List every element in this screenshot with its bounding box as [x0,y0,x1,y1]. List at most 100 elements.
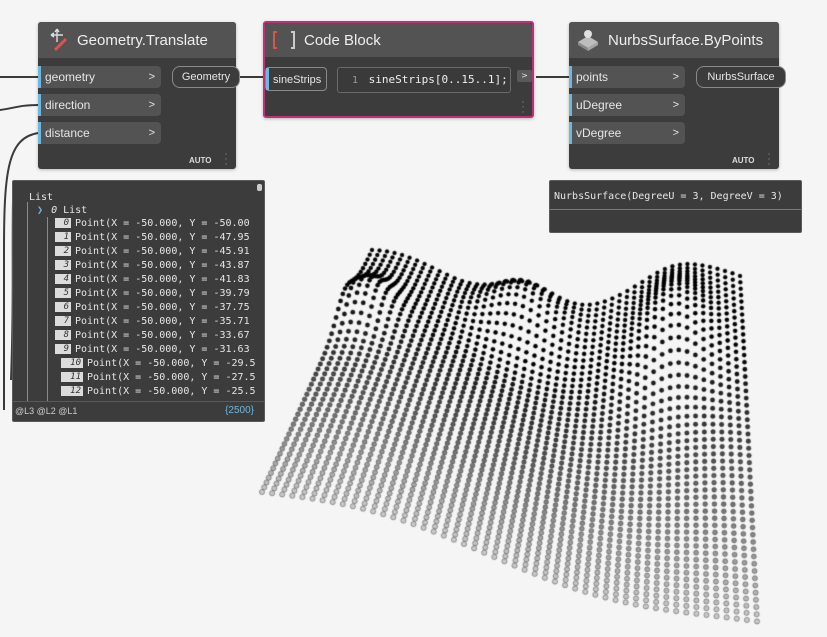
list-item-value: Point(X = -50.000, Y = -25.5 [87,386,256,397]
output-port-nurbs-surface[interactable]: NurbsSurface [696,66,786,88]
list-item-index: 5 [55,288,71,298]
list-preview-bubble[interactable]: List ❯ 0 List 0 Point(X = -50.000, Y = -5… [12,180,265,422]
list-item-index: 4 [55,274,71,284]
lacing-label[interactable]: AUTO [732,156,755,165]
list-item-value: Point(X = -50.000, Y = -45.91 [75,246,250,257]
list-item[interactable]: 8 Point(X = -50.000, Y = -33.67 [55,329,250,342]
list-item-value: Point(X = -50.000, Y = -41.83 [75,274,250,285]
list-item-index: 11 [61,372,83,382]
translate-icon [50,28,68,52]
port-label-geometry: geometry [45,70,96,84]
list-item[interactable]: 2 Point(X = -50.000, Y = -45.91 [55,245,250,258]
sublist-index: 0 [51,205,58,216]
list-footer-divider [13,401,264,402]
scrollbar-thumb[interactable] [257,184,262,191]
port-label-sinestrips: sineStrips [273,74,322,86]
list-item-index: 10 [61,358,83,368]
list-item[interactable]: 4 Point(X = -50.000, Y = -41.83 [55,273,250,286]
node-menu-dots[interactable]: · · · [520,99,526,118]
list-item-index: 9 [55,344,71,354]
list-item-index: 8 [55,330,71,340]
input-port-vdegree[interactable]: vDegree > [569,122,685,144]
chevron-right-icon[interactable]: ❯ [37,205,43,216]
list-item[interactable]: 12 Point(X = -50.000, Y = -25.5 [61,385,256,398]
nurbs-surface-preview-bubble[interactable]: NurbsSurface(DegreeU = 3, DegreeV = 3) [549,180,802,233]
list-item-index: 1 [55,232,71,242]
input-port-geometry[interactable]: geometry > [38,66,161,88]
code-block-header[interactable]: Code Block [265,23,532,57]
chevron-right-icon: > [148,99,155,111]
list-item[interactable]: 11 Point(X = -50.000, Y = -27.5 [61,371,256,384]
port-label-udegree: uDegree [576,98,623,112]
port-label-direction: direction [45,98,91,112]
list-item-index: 7 [55,316,71,326]
port-label-distance: distance [45,126,90,140]
code-block-icon [273,31,295,49]
wire-direction-input[interactable] [0,104,39,111]
node-menu-dots[interactable]: · · · [766,151,772,170]
list-item[interactable]: 9 Point(X = -50.000, Y = -31.63 [55,343,250,356]
list-item-index: 0 [55,218,71,228]
list-item-value: Point(X = -50.000, Y = -50.00 [75,218,250,229]
input-port-points[interactable]: points > [569,66,685,88]
code-block-node[interactable]: Code Block sineStrips 1 sineStrips[0..15… [263,21,534,118]
geometry-translate-node[interactable]: Geometry.Translate geometry > direction … [38,22,240,170]
tree-guide-line [47,217,48,402]
list-item[interactable]: 6 Point(X = -50.000, Y = -37.75 [55,301,250,314]
list-item-value: Point(X = -50.000, Y = -47.95 [75,232,250,243]
list-item-value: Point(X = -50.000, Y = -43.87 [75,260,250,271]
list-item[interactable]: 10 Point(X = -50.000, Y = -29.5 [61,357,256,370]
list-item-index: 12 [61,386,83,396]
list-item-value: Point(X = -50.000, Y = -39.79 [75,288,250,299]
nurbs-surface-icon [578,30,598,51]
list-item-value: Point(X = -50.000, Y = -37.75 [75,302,250,313]
list-item-index: 6 [55,302,71,312]
list-item-index: 3 [55,260,71,270]
code-text[interactable]: sineStrips[0..15..1]; [369,73,508,86]
list-item-value: Point(X = -50.000, Y = -31.63 [75,344,250,355]
list-levels-label: @L3 @L2 @L1 [15,406,78,416]
chevron-right-icon: > [672,71,679,83]
list-item[interactable]: 7 Point(X = -50.000, Y = -35.71 [55,315,250,328]
list-sublist-row[interactable]: ❯ 0 List [37,204,87,217]
node-menu-dots[interactable]: · · · [223,151,229,170]
nurbs-surface-header[interactable]: NurbsSurface.ByPoints [569,22,779,58]
code-line-number: 1 [352,75,359,86]
input-port-sinestrips[interactable]: sineStrips [265,67,327,91]
list-item-value: Point(X = -50.000, Y = -27.5 [87,372,256,383]
graph-canvas[interactable]: Geometry.Translate geometry > direction … [0,0,827,637]
tree-guide-line [27,202,28,402]
code-block-title: Code Block [304,31,381,49]
geometry-translate-title: Geometry.Translate [77,31,208,49]
chevron-right-icon: > [521,71,528,80]
list-item[interactable]: 1 Point(X = -50.000, Y = -47.95 [55,231,250,244]
port-label-vdegree: vDegree [576,126,622,140]
list-item-value: Point(X = -50.000, Y = -33.67 [75,330,250,341]
lacing-label[interactable]: AUTO [189,156,212,165]
list-count-label: {2500} [225,405,254,416]
nurbs-surface-node[interactable]: NurbsSurface.ByPoints points > uDegree >… [569,22,786,170]
list-item[interactable]: 0 Point(X = -50.000, Y = -50.00 [55,217,250,230]
list-item-value: Point(X = -50.000, Y = -29.5 [87,358,256,369]
sublist-label: List [63,205,88,216]
list-item-index: 2 [55,246,71,256]
input-port-distance[interactable]: distance > [38,122,161,144]
code-editor[interactable]: 1 sineStrips[0..15..1]; [337,67,511,93]
chevron-right-icon: > [148,127,155,139]
nurbs-surface-title: NurbsSurface.ByPoints [608,31,764,49]
chevron-right-icon: > [672,127,679,139]
code-block-output-port[interactable]: > [517,70,532,82]
list-item-value: Point(X = -50.000, Y = -35.71 [75,316,250,327]
nurbs-preview-text: NurbsSurface(DegreeU = 3, DegreeV = 3) [554,191,783,202]
preview-divider [550,209,801,210]
input-port-direction[interactable]: direction > [38,94,161,116]
port-label-points: points [576,70,609,84]
input-port-udegree[interactable]: uDegree > [569,94,685,116]
geometry-translate-header[interactable]: Geometry.Translate [38,22,236,58]
list-item[interactable]: 3 Point(X = -50.000, Y = -43.87 [55,259,250,272]
list-root-label: List [29,192,54,203]
chevron-right-icon: > [672,99,679,111]
list-item[interactable]: 5 Point(X = -50.000, Y = -39.79 [55,287,250,300]
output-port-geometry[interactable]: Geometry [172,66,240,88]
chevron-right-icon: > [148,71,155,83]
